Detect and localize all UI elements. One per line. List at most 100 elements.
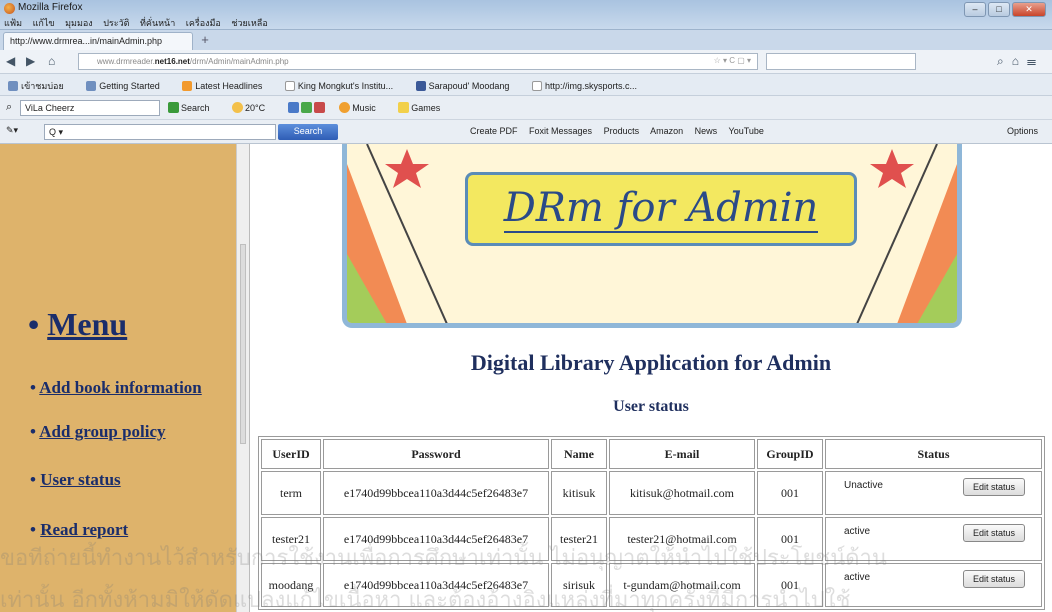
bookmark-icon: [8, 81, 18, 91]
banner-title-text: DRm for Admin: [503, 185, 819, 233]
browser-search-box[interactable]: [766, 53, 916, 70]
rss-icon: [182, 81, 193, 91]
menu-tools[interactable]: เครื่องมือ: [186, 18, 221, 28]
options-button[interactable]: Options: [1007, 126, 1038, 136]
column-header-password: Password: [323, 439, 549, 469]
sidebar-item-read-report[interactable]: • Read report: [30, 520, 128, 540]
close-button[interactable]: ✕: [1012, 2, 1046, 17]
menu-title: • Menu: [28, 306, 128, 342]
bookmark-item[interactable]: http://img.skysports.c...: [531, 81, 647, 91]
weather-icon: [232, 102, 244, 113]
bookmark-item[interactable]: King Mongkut's Institu...: [284, 81, 403, 91]
toolbar-query-input[interactable]: Q ▾: [44, 124, 276, 140]
bookmark-item[interactable]: Getting Started: [86, 81, 170, 91]
cell-password: e1740d99bbcea110a3d44c5ef26483e7: [323, 471, 549, 515]
page-title: Digital Library Application for Admin: [470, 350, 832, 375]
toolbar-items: Search 20°C Music Games: [168, 102, 460, 113]
menu-help[interactable]: ช่วยเหลือ: [231, 18, 267, 28]
maximize-button[interactable]: □: [988, 2, 1010, 17]
toolbar-mail[interactable]: [287, 102, 327, 113]
music-icon: [339, 102, 351, 113]
window-titlebar: Mozilla Firefox แฟ้ม แก้ไข มุมมอง ประวัต…: [0, 0, 1052, 30]
sidebar-item-label: Read report: [40, 520, 129, 539]
amazon-link[interactable]: Amazon: [650, 126, 683, 136]
sidebar-item-label: User status: [40, 470, 121, 489]
menu-history[interactable]: ประวัติ: [103, 18, 129, 28]
bookmarks-bar: เข้าชมบ่อย Getting Started Latest Headli…: [0, 74, 1052, 96]
search-icon: ⌕: [6, 101, 13, 113]
status-value: active: [844, 526, 871, 537]
menu-view[interactable]: มุมมอง: [65, 18, 93, 28]
toolbar-item-label: 20°C: [245, 103, 266, 113]
tab-main-admin[interactable]: http://www.drmrea...in/mainAdmin.php: [3, 32, 193, 50]
toolbar-music[interactable]: Music: [339, 102, 386, 113]
news-link[interactable]: News: [695, 126, 718, 136]
scrollbar-thumb[interactable]: [240, 244, 246, 444]
edit-status-button[interactable]: Edit status: [963, 478, 1025, 496]
toolbar-icons[interactable]: ⌕⌂☰: [997, 54, 1044, 69]
column-header-email: E-mail: [609, 439, 755, 469]
cell-email: kitisuk@hotmail.com: [609, 471, 755, 515]
sidebar-item-add-book[interactable]: • Add book information: [30, 378, 202, 398]
cell-userid: term: [261, 471, 321, 515]
column-header-status: Status: [825, 439, 1042, 469]
addon-toolbar: ✎▾ Q ▾ Search Create PDF Foxit Messages …: [0, 120, 1052, 144]
toolbar-links: Create PDF Foxit Messages Products Amazo…: [470, 126, 773, 136]
bookmark-icon: [86, 81, 97, 91]
bookmark-item[interactable]: เข้าชมบ่อย: [8, 81, 74, 91]
search-engine-icon: [168, 102, 179, 113]
url-prefix: www.drmreader.: [97, 57, 155, 66]
edit-status-button[interactable]: Edit status: [963, 524, 1025, 542]
create-pdf-link[interactable]: Create PDF: [470, 126, 518, 136]
firefox-icon: [4, 3, 15, 14]
url-bar[interactable]: www.drmreader.net16.net/drm/Admin/mainAd…: [78, 53, 758, 70]
sidebar-item-user-status[interactable]: • User status: [30, 470, 121, 490]
foxit-messages-link[interactable]: Foxit Messages: [529, 126, 592, 136]
bookmark-item[interactable]: Latest Headlines: [182, 81, 272, 91]
sidebar-item-add-group-policy[interactable]: • Add group policy: [30, 422, 166, 442]
toolbar-item-label: Games: [411, 103, 441, 113]
reload-icon[interactable]: ☆ ▾ C ▢ ▾: [714, 56, 751, 65]
facebook-icon: [415, 81, 426, 91]
bookmark-label: Sarapoud' Moodang: [428, 81, 510, 91]
youtube-link[interactable]: YouTube: [729, 126, 764, 136]
menu-file[interactable]: แฟ้ม: [4, 18, 22, 28]
forward-icon[interactable]: ▶: [26, 54, 35, 68]
url-path: /drm/Admin/mainAdmin.php: [189, 57, 289, 66]
toolbar-weather[interactable]: 20°C: [232, 102, 275, 113]
toolbar-item-label: Search: [181, 103, 210, 113]
window-controls: – □ ✕: [962, 2, 1046, 17]
menu-bookmarks[interactable]: ที่คั่นหน้า: [140, 18, 175, 28]
admin-banner: DRm for Admin: [342, 144, 962, 328]
navigation-bar: ◀ ▶ ⌂ www.drmreader.net16.net/drm/Admin/…: [0, 50, 1052, 74]
mail-icon: [287, 102, 299, 113]
games-icon: [398, 102, 410, 113]
minimize-button[interactable]: –: [964, 2, 986, 17]
menu-title-text: Menu: [47, 306, 128, 342]
toolbar-games[interactable]: Games: [398, 102, 450, 113]
column-header-groupid: GroupID: [757, 439, 823, 469]
column-header-userid: UserID: [261, 439, 321, 469]
page-icon: [284, 81, 295, 91]
edit-icon[interactable]: ✎▾: [6, 125, 18, 136]
bookmark-label: เข้าชมบ่อย: [21, 81, 64, 91]
section-title: User status: [613, 398, 689, 415]
edit-status-button[interactable]: Edit status: [963, 570, 1025, 588]
cell-name: kitisuk: [551, 471, 607, 515]
page-icon: [531, 81, 542, 91]
toolbar-search[interactable]: Search: [168, 102, 220, 113]
new-tab-button[interactable]: +: [197, 33, 213, 48]
watermark-text: เท่านั้น อีกทั้งห้ามมิให้ดัดแปลงแก้ไขเนื…: [0, 588, 851, 612]
back-icon[interactable]: ◀: [6, 54, 15, 68]
status-value: Unactive: [844, 480, 883, 491]
products-link[interactable]: Products: [604, 126, 640, 136]
menu-edit[interactable]: แก้ไข: [33, 18, 55, 28]
toolbar-search-button[interactable]: Search: [278, 124, 338, 140]
search-toolbar: ⌕ ViLa Cheerz Search 20°C Music Games: [0, 96, 1052, 120]
home-icon[interactable]: ⌂: [48, 54, 55, 68]
watermark-text: ขอทีถ่ายนี้ทำงานไว้สำหรับการใช้งานเพื่อก…: [0, 546, 887, 571]
calendar-icon: [313, 102, 325, 113]
bookmark-item[interactable]: Sarapoud' Moodang: [415, 81, 520, 91]
search-profile-combo[interactable]: ViLa Cheerz: [20, 100, 160, 116]
chat-icon: [300, 102, 312, 113]
